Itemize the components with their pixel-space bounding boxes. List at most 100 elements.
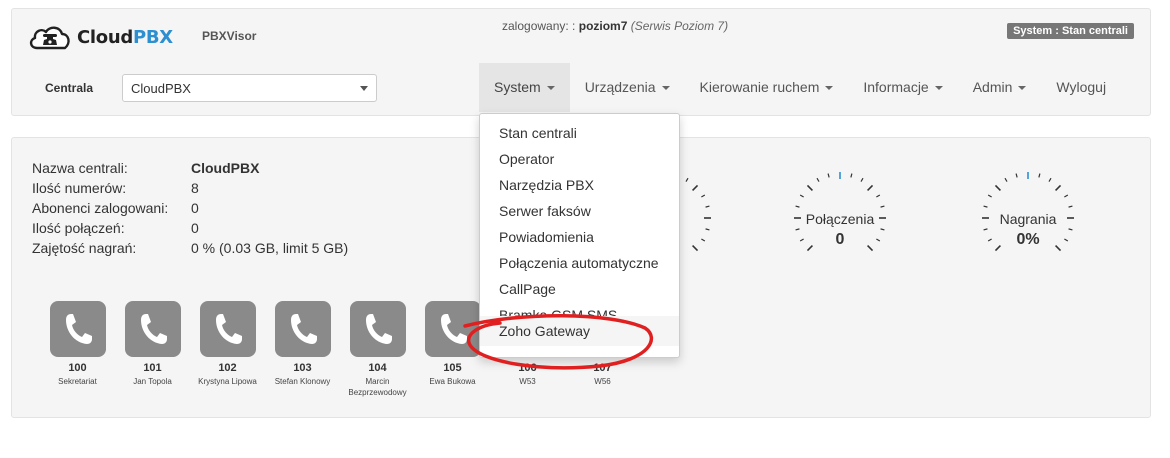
gauge-tick bbox=[1068, 205, 1073, 208]
nav-kierowanie-ruchem[interactable]: Kierowanie ruchem bbox=[685, 63, 849, 112]
info-key: Zajętość nagrań: bbox=[32, 240, 137, 256]
chevron-down-icon bbox=[360, 86, 368, 91]
logged-user: poziom7 bbox=[578, 19, 628, 33]
app-name: PBXVisor bbox=[202, 29, 257, 43]
extension-tile[interactable]: 104 Marcin Bezprzewodowy bbox=[340, 301, 415, 398]
info-value: CloudPBX bbox=[191, 160, 260, 176]
gauge-tick bbox=[806, 184, 813, 191]
info-value: 0 bbox=[191, 220, 199, 236]
gauge-tick bbox=[860, 177, 864, 182]
extension-tile[interactable]: 103 Stefan Klonowy bbox=[265, 301, 340, 398]
top-header-panel: CloudPBX PBXVisor zalogowany: : poziom7 … bbox=[11, 8, 1151, 116]
chevron-down-icon bbox=[825, 85, 834, 90]
chevron-down-icon bbox=[934, 85, 943, 90]
gauge-tick bbox=[1038, 173, 1041, 178]
nav-informacje[interactable]: Informacje bbox=[848, 63, 957, 112]
menu-item-narzedzia-pbx[interactable]: Narzędzia PBX bbox=[480, 172, 679, 198]
extension-number: 104 bbox=[368, 362, 387, 374]
phone-handset-icon[interactable] bbox=[199, 301, 256, 357]
gauge-tick bbox=[850, 173, 853, 178]
extension-name: W56 bbox=[594, 377, 611, 386]
gauge-nagrania: Nagrania 0% bbox=[978, 163, 1078, 273]
info-row: Ilość numerów: 8 bbox=[32, 178, 348, 198]
gauge-tick bbox=[983, 228, 988, 231]
nav-urzadzenia[interactable]: Urządzenia bbox=[570, 63, 685, 112]
menu-item-serwer-faksow[interactable]: Serwer faksów bbox=[480, 198, 679, 224]
logged-role: (Serwis Poziom 7) bbox=[630, 19, 729, 33]
menu-item-stan-centrali[interactable]: Stan centrali bbox=[480, 120, 679, 146]
menu-item-polaczenia-automatyczne[interactable]: Połączenia automatyczne bbox=[480, 250, 679, 276]
gauge-tick bbox=[795, 228, 800, 231]
gauge-value: 0% bbox=[1016, 231, 1040, 248]
gauge-tick bbox=[1055, 184, 1062, 191]
extension-tile[interactable]: 100 Sekretariat bbox=[40, 301, 115, 398]
info-row: Abonenci zalogowani: 0 bbox=[32, 198, 348, 218]
system-status-badge: System : Stan centrali bbox=[1007, 23, 1134, 39]
chevron-down-icon bbox=[546, 85, 555, 90]
phone-handset-icon[interactable] bbox=[274, 301, 331, 357]
info-key: Abonenci zalogowani: bbox=[32, 200, 169, 216]
gauge-tick bbox=[827, 173, 830, 178]
info-value: 0 % (0.03 GB, limit 5 GB) bbox=[191, 240, 349, 256]
gauge-tick bbox=[1015, 173, 1018, 178]
menu-item-bramka-gsm-sms[interactable]: Bramka GSM SMS bbox=[480, 302, 679, 316]
info-row: Nazwa centrali: CloudPBX bbox=[32, 158, 348, 178]
info-row: Zajętość nagrań: 0 % (0.03 GB, limit 5 GB… bbox=[32, 238, 348, 258]
gauge-tick bbox=[867, 184, 874, 191]
main-nav: System Urządzenia Kierowanie ruchem Info… bbox=[479, 63, 1121, 112]
gauge-polaczenia: Połączenia 0 bbox=[790, 163, 890, 273]
nav-admin[interactable]: Admin bbox=[958, 63, 1042, 112]
phone-handset-icon[interactable] bbox=[349, 301, 406, 357]
gauge-tick bbox=[799, 194, 804, 198]
gauge-tick bbox=[1004, 177, 1008, 182]
extension-name: Krystyna Lipowa bbox=[198, 377, 257, 386]
gauge-label: Nagrania bbox=[999, 211, 1057, 227]
gauge-tick bbox=[1068, 228, 1073, 231]
menu-item-operator[interactable]: Operator bbox=[480, 146, 679, 172]
phone-handset-icon[interactable] bbox=[424, 301, 481, 357]
extension-tile[interactable]: 101 Jan Topola bbox=[115, 301, 190, 398]
extension-name: Jan Topola bbox=[133, 377, 172, 386]
menu-item-callpage[interactable]: CallPage bbox=[480, 276, 679, 302]
extension-name: Marcin Bezprzewodowy bbox=[348, 377, 407, 397]
logged-in-status: zalogowany: : poziom7 (Serwis Poziom 7) bbox=[502, 19, 728, 33]
info-value: 0 bbox=[191, 200, 199, 216]
menu-item-zoho-gateway[interactable]: Zoho Gateway bbox=[480, 316, 679, 346]
gauge-tick bbox=[1048, 177, 1052, 182]
gauge-tick bbox=[1064, 194, 1069, 198]
gauge-tick bbox=[880, 205, 885, 208]
gauge-tick bbox=[705, 205, 710, 208]
phone-handset-icon[interactable] bbox=[124, 301, 181, 357]
extension-number: 103 bbox=[293, 362, 312, 374]
extension-tile[interactable]: 102 Krystyna Lipowa bbox=[190, 301, 265, 398]
extension-number: 106 bbox=[518, 362, 537, 374]
gauge-tick bbox=[701, 238, 706, 242]
gauge-tick bbox=[983, 205, 988, 208]
extension-number: 105 bbox=[443, 362, 462, 374]
centrala-label: Centrala bbox=[45, 81, 94, 95]
gauge-label: Połączenia bbox=[805, 211, 875, 227]
centrala-select[interactable]: CloudPBX bbox=[122, 74, 377, 102]
chevron-down-icon bbox=[661, 85, 670, 90]
nav-system[interactable]: System bbox=[479, 63, 570, 112]
extension-number: 100 bbox=[68, 362, 87, 374]
phone-handset-icon[interactable] bbox=[49, 301, 106, 357]
gauge-tick bbox=[994, 184, 1001, 191]
gauge-tick bbox=[705, 228, 710, 231]
extension-number: 101 bbox=[143, 362, 162, 374]
extension-name: Sekretariat bbox=[58, 377, 97, 386]
gauge-tick bbox=[876, 194, 881, 198]
centrala-selected-value: CloudPBX bbox=[131, 81, 191, 96]
info-key: Ilość numerów: bbox=[32, 180, 127, 196]
info-key: Ilość połączeń: bbox=[32, 220, 125, 236]
cloudpbx-logo[interactable]: CloudPBX bbox=[27, 23, 173, 51]
gauge-tick bbox=[816, 177, 820, 182]
gauge-tick bbox=[692, 184, 699, 191]
logged-prefix: zalogowany: : bbox=[502, 19, 576, 33]
gauge-tick bbox=[880, 228, 885, 231]
menu-item-powiadomienia[interactable]: Powiadomienia bbox=[480, 224, 679, 250]
nav-wyloguj[interactable]: Wyloguj bbox=[1041, 63, 1121, 112]
gauge-tick bbox=[987, 194, 992, 198]
info-row: Ilość połączeń: 0 bbox=[32, 218, 348, 238]
info-value: 8 bbox=[191, 180, 199, 196]
